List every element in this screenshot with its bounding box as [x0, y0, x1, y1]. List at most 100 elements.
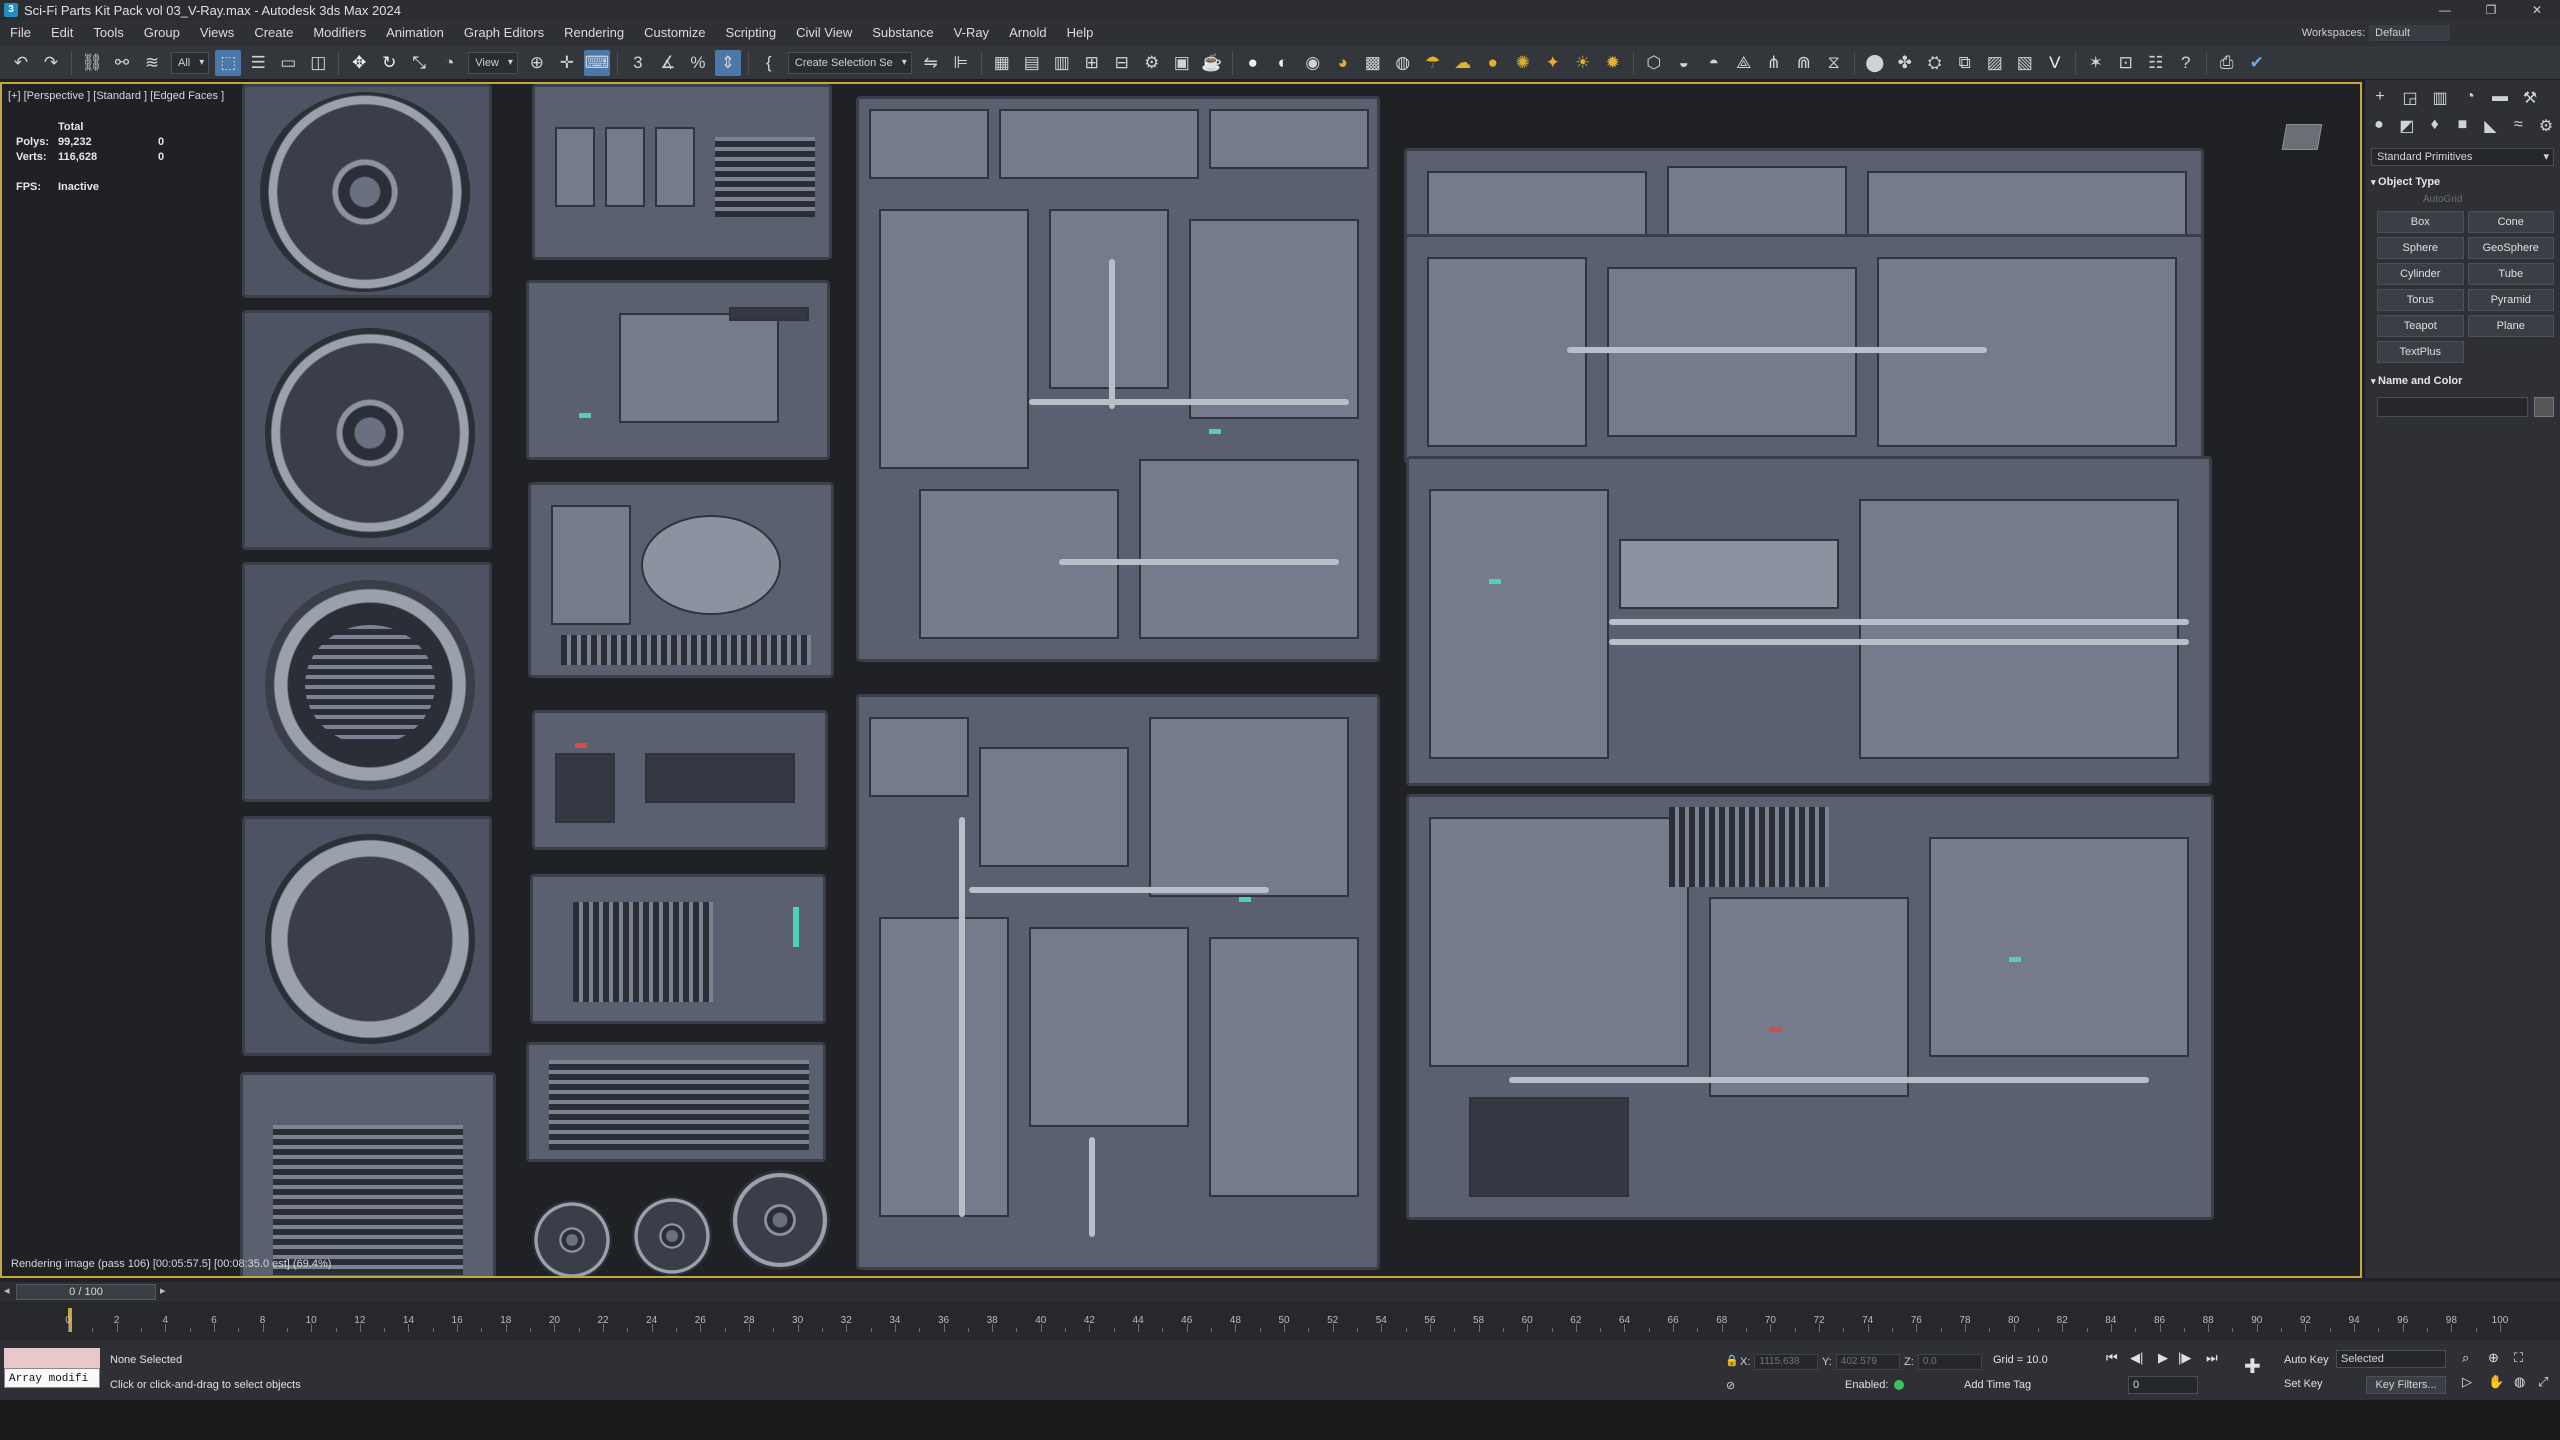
- add-time-tag[interactable]: Add Time Tag: [1964, 1379, 2031, 1391]
- restore-button[interactable]: ❐: [2468, 0, 2514, 20]
- space-warps-icon[interactable]: ≈: [2508, 116, 2528, 136]
- next-frame-icon[interactable]: |▶: [2178, 1350, 2191, 1366]
- kit-part-switchboard[interactable]: [532, 84, 832, 260]
- cone-button[interactable]: Cone: [2467, 211, 2554, 233]
- vray-cloud-icon[interactable]: ☁: [1450, 50, 1476, 76]
- unlink-icon[interactable]: ⚯: [109, 50, 135, 76]
- key-filters-button[interactable]: Key Filters...: [2366, 1376, 2446, 1394]
- reference-coordinate-dropdown[interactable]: View: [468, 51, 518, 74]
- select-by-name-icon[interactable]: ☰: [245, 50, 271, 76]
- help-icon[interactable]: ?: [2173, 50, 2199, 76]
- undo-icon[interactable]: ↶: [8, 50, 34, 76]
- autogrid-checkbox[interactable]: AutoGrid: [2423, 194, 2560, 205]
- geometry-icon[interactable]: ●: [2369, 116, 2389, 136]
- plane-button[interactable]: Plane: [2467, 315, 2554, 337]
- fov-icon[interactable]: ▷: [2462, 1374, 2472, 1390]
- named-selection-dropdown[interactable]: Create Selection Se: [787, 51, 912, 74]
- window-crossing-icon[interactable]: ◫: [305, 50, 331, 76]
- cameras-icon[interactable]: ■: [2453, 116, 2473, 136]
- kit-wall-panel-2[interactable]: [856, 694, 1380, 1270]
- edit-named-selection-icon[interactable]: {: [756, 50, 782, 76]
- vray-enmesh-icon[interactable]: ⋒: [1791, 50, 1817, 76]
- primitive-category-dropdown[interactable]: Standard Primitives: [2371, 148, 2554, 166]
- go-to-end-icon[interactable]: ⏭: [2206, 1350, 2218, 1366]
- arnold-list-icon[interactable]: ☷: [2143, 50, 2169, 76]
- mirror-icon[interactable]: ⇋: [918, 50, 944, 76]
- vray-fur-icon[interactable]: ⬡: [1641, 50, 1667, 76]
- set-key-button[interactable]: Set Key: [2284, 1378, 2323, 1390]
- lock-selection-icon[interactable]: 🔒: [1725, 1354, 1739, 1367]
- vray-material-icon[interactable]: ⬤: [1862, 50, 1888, 76]
- vray-ipr-icon[interactable]: ▨: [1982, 50, 2008, 76]
- rendered-frame-window-icon[interactable]: ▣: [1169, 50, 1195, 76]
- lights-icon[interactable]: ♦: [2425, 116, 2445, 136]
- isolate-icon[interactable]: ⊘: [1726, 1379, 1735, 1392]
- kit-part-vent-grate[interactable]: [526, 1042, 826, 1162]
- maximize-viewport-icon[interactable]: ⤢: [2538, 1374, 2548, 1390]
- angle-snap-icon[interactable]: ∡: [655, 50, 681, 76]
- kit-part-radiator[interactable]: [530, 874, 826, 1024]
- play-icon[interactable]: ▶: [2158, 1350, 2168, 1366]
- zoom-icon[interactable]: ⌕: [2462, 1350, 2469, 1366]
- zoom-extents-icon[interactable]: ⛶: [2514, 1350, 2523, 1366]
- vray-mesh-light-icon[interactable]: ✦: [1540, 50, 1566, 76]
- vray-cosmos-icon[interactable]: ✤: [1892, 50, 1918, 76]
- name-and-color-rollout[interactable]: Name and Color: [2371, 375, 2554, 387]
- kit-wide-panel-2[interactable]: [1406, 456, 2212, 786]
- kit-vent-panel-1[interactable]: [242, 562, 492, 802]
- align-icon[interactable]: ⊫: [948, 50, 974, 76]
- arnold-light-icon[interactable]: ⊡: [2113, 50, 2139, 76]
- menu-scripting[interactable]: Scripting: [716, 20, 787, 46]
- vray-ambient-icon[interactable]: ✺: [1510, 50, 1536, 76]
- torus-button[interactable]: Torus: [2377, 289, 2464, 311]
- systems-icon[interactable]: ⚙: [2536, 116, 2556, 136]
- menu-customize[interactable]: Customize: [634, 20, 715, 46]
- arnold-render-icon[interactable]: ✶: [2083, 50, 2109, 76]
- key-selection-dropdown[interactable]: Selected: [2336, 1350, 2446, 1368]
- box-button[interactable]: Box: [2377, 211, 2464, 233]
- maxscript-input[interactable]: Array modifi: [4, 1368, 100, 1388]
- object-type-rollout[interactable]: Object Type: [2371, 176, 2554, 188]
- vray-sun-sky-icon[interactable]: ☀: [1570, 50, 1596, 76]
- rectangular-selection-icon[interactable]: ▭: [275, 50, 301, 76]
- layer-explorer-icon[interactable]: ▦: [989, 50, 1015, 76]
- menu-edit[interactable]: Edit: [41, 20, 83, 46]
- kit-fan-panel-2[interactable]: [242, 310, 492, 550]
- vray-toolbar-icon[interactable]: ▧: [2012, 50, 2038, 76]
- select-manipulate-icon[interactable]: ✛: [554, 50, 580, 76]
- x-coordinate-field[interactable]: 1115.638: [1754, 1354, 1819, 1370]
- render-production-icon[interactable]: ☕: [1199, 50, 1225, 76]
- vray-sphere-icon[interactable]: ●: [1240, 50, 1266, 76]
- vray-dome-icon[interactable]: ◍: [1390, 50, 1416, 76]
- vray-plane-icon[interactable]: ◒: [1671, 50, 1697, 76]
- modify-tab-icon[interactable]: ◲: [2399, 88, 2421, 108]
- kit-grill-box[interactable]: [240, 1072, 496, 1276]
- small-fan-1[interactable]: [532, 1200, 612, 1276]
- vray-light-gold-icon[interactable]: ◕: [1330, 50, 1356, 76]
- object-color-swatch[interactable]: [2534, 397, 2554, 417]
- teapot-button[interactable]: Teapot: [2377, 315, 2464, 337]
- menu-tools[interactable]: Tools: [83, 20, 133, 46]
- time-slider-handle[interactable]: 0 / 100: [16, 1284, 156, 1300]
- time-next-arrow-icon[interactable]: ▸: [160, 1284, 166, 1297]
- spinner-snap-icon[interactable]: ⇕: [714, 49, 741, 76]
- vray-lister-icon[interactable]: ⧉: [1952, 50, 1978, 76]
- percent-snap-icon[interactable]: %: [685, 50, 711, 76]
- vray-sky-icon[interactable]: ✹: [1600, 50, 1626, 76]
- vray-decal-icon[interactable]: ◓: [1701, 50, 1727, 76]
- previous-frame-icon[interactable]: ◀|: [2130, 1350, 2143, 1366]
- vray-ies-icon[interactable]: ●: [1480, 50, 1506, 76]
- z-coordinate-field[interactable]: 0.0: [1917, 1354, 1982, 1370]
- viewcube[interactable]: [2281, 124, 2323, 150]
- menu-modifiers[interactable]: Modifiers: [303, 20, 376, 46]
- selection-filter-dropdown[interactable]: All: [171, 51, 210, 74]
- vray-scatter-icon[interactable]: ⋔: [1761, 50, 1787, 76]
- kit-wall-panel-1[interactable]: [856, 96, 1380, 662]
- pan-icon[interactable]: ✋: [2488, 1374, 2504, 1390]
- pyramid-button[interactable]: Pyramid: [2467, 289, 2554, 311]
- tube-button[interactable]: Tube: [2467, 263, 2554, 285]
- close-button[interactable]: ✕: [2514, 0, 2560, 20]
- menu-arnold[interactable]: Arnold: [999, 20, 1057, 46]
- toggle-ribbon-icon[interactable]: ▤: [1019, 50, 1045, 76]
- maxscript-listener[interactable]: Array modifi: [4, 1348, 100, 1388]
